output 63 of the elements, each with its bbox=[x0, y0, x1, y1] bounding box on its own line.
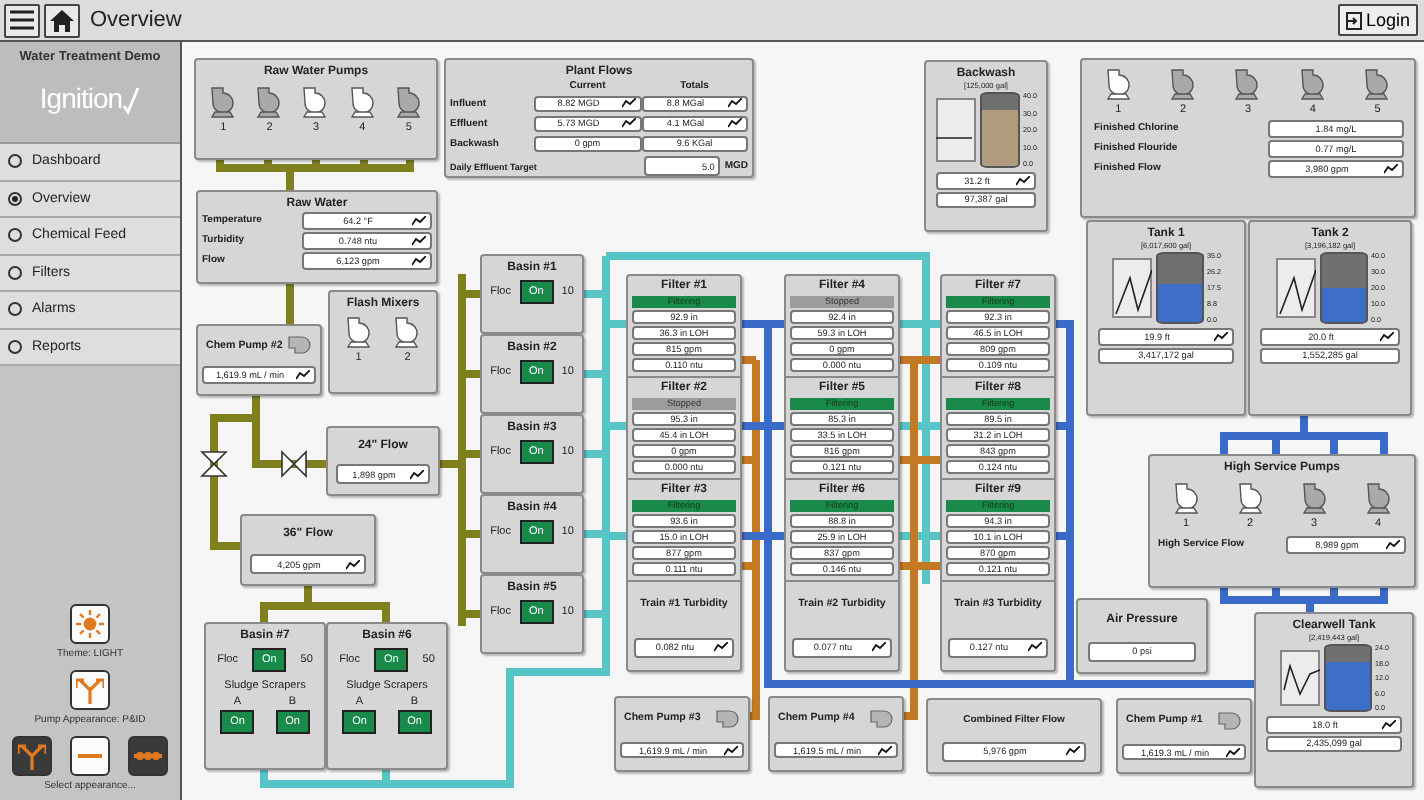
pump-icon[interactable] bbox=[1218, 711, 1242, 730]
radio-button[interactable] bbox=[8, 302, 22, 317]
radio-button[interactable] bbox=[8, 228, 22, 243]
pump-icon[interactable] bbox=[256, 86, 283, 118]
sign-in-icon bbox=[1345, 11, 1362, 29]
radio-button[interactable] bbox=[8, 265, 22, 280]
menu-button[interactable] bbox=[4, 3, 40, 37]
home-button[interactable] bbox=[44, 3, 80, 37]
trend-icon[interactable] bbox=[1382, 719, 1396, 730]
pump-icon[interactable] bbox=[210, 86, 237, 118]
trend-icon[interactable] bbox=[714, 642, 728, 652]
radio-button[interactable] bbox=[8, 191, 22, 206]
sun-icon bbox=[76, 610, 104, 638]
valve-icon[interactable] bbox=[200, 451, 228, 477]
pump-icon[interactable] bbox=[395, 86, 422, 118]
pump-icon[interactable] bbox=[394, 316, 421, 348]
trend-icon[interactable] bbox=[346, 559, 360, 569]
trend-icon[interactable] bbox=[1066, 746, 1080, 756]
trend-chart bbox=[1275, 258, 1315, 318]
pump-icon[interactable] bbox=[1299, 68, 1326, 100]
pump-icon[interactable] bbox=[1173, 482, 1199, 514]
pump-icon[interactable] bbox=[1234, 68, 1261, 100]
radio-button[interactable] bbox=[8, 339, 22, 354]
pump-icon[interactable] bbox=[349, 86, 376, 118]
pump-icon[interactable] bbox=[1170, 68, 1197, 100]
logo-text: Ignition bbox=[39, 82, 123, 114]
pump-appearance-button[interactable] bbox=[70, 670, 110, 710]
pump-icon[interactable] bbox=[1105, 68, 1132, 100]
trend-icon[interactable] bbox=[1384, 163, 1398, 174]
trend-icon[interactable] bbox=[724, 745, 738, 756]
pump-icon[interactable] bbox=[345, 316, 372, 348]
trend-icon[interactable] bbox=[296, 370, 310, 381]
pump-icon[interactable] bbox=[288, 336, 312, 355]
trend-chart bbox=[935, 98, 975, 162]
valve-icon[interactable] bbox=[281, 450, 307, 478]
trend-icon[interactable] bbox=[1380, 331, 1394, 342]
trend-icon[interactable] bbox=[1214, 331, 1228, 342]
checkmark-icon bbox=[122, 86, 141, 114]
page-title: Overview bbox=[90, 8, 184, 32]
trend-icon[interactable] bbox=[1028, 642, 1042, 652]
pump-icon[interactable] bbox=[1301, 482, 1327, 514]
trend-icon[interactable] bbox=[1016, 175, 1030, 186]
pump-icon[interactable] bbox=[870, 709, 894, 728]
trend-icon[interactable] bbox=[1386, 539, 1400, 550]
trend-icon[interactable] bbox=[878, 745, 892, 756]
trend-icon[interactable] bbox=[1226, 747, 1240, 758]
pump-icon[interactable] bbox=[1237, 482, 1263, 514]
fork-icon bbox=[76, 676, 104, 704]
trend-icon[interactable] bbox=[410, 469, 424, 480]
menu-icon bbox=[10, 10, 34, 30]
fork-icon bbox=[18, 742, 46, 770]
login-button[interactable]: Login bbox=[1337, 4, 1418, 36]
theme-button[interactable] bbox=[70, 604, 110, 644]
trend-chart bbox=[1111, 258, 1151, 318]
radio-button[interactable] bbox=[8, 154, 22, 169]
pump-icon[interactable] bbox=[302, 86, 329, 118]
pump-icon[interactable] bbox=[1365, 482, 1391, 514]
home-icon bbox=[50, 9, 74, 31]
trend-icon[interactable] bbox=[872, 642, 886, 652]
pump-icon[interactable] bbox=[1364, 68, 1391, 100]
appearance-option[interactable] bbox=[70, 736, 110, 776]
pump-icon[interactable] bbox=[716, 709, 740, 728]
trend-chart bbox=[1279, 650, 1319, 706]
